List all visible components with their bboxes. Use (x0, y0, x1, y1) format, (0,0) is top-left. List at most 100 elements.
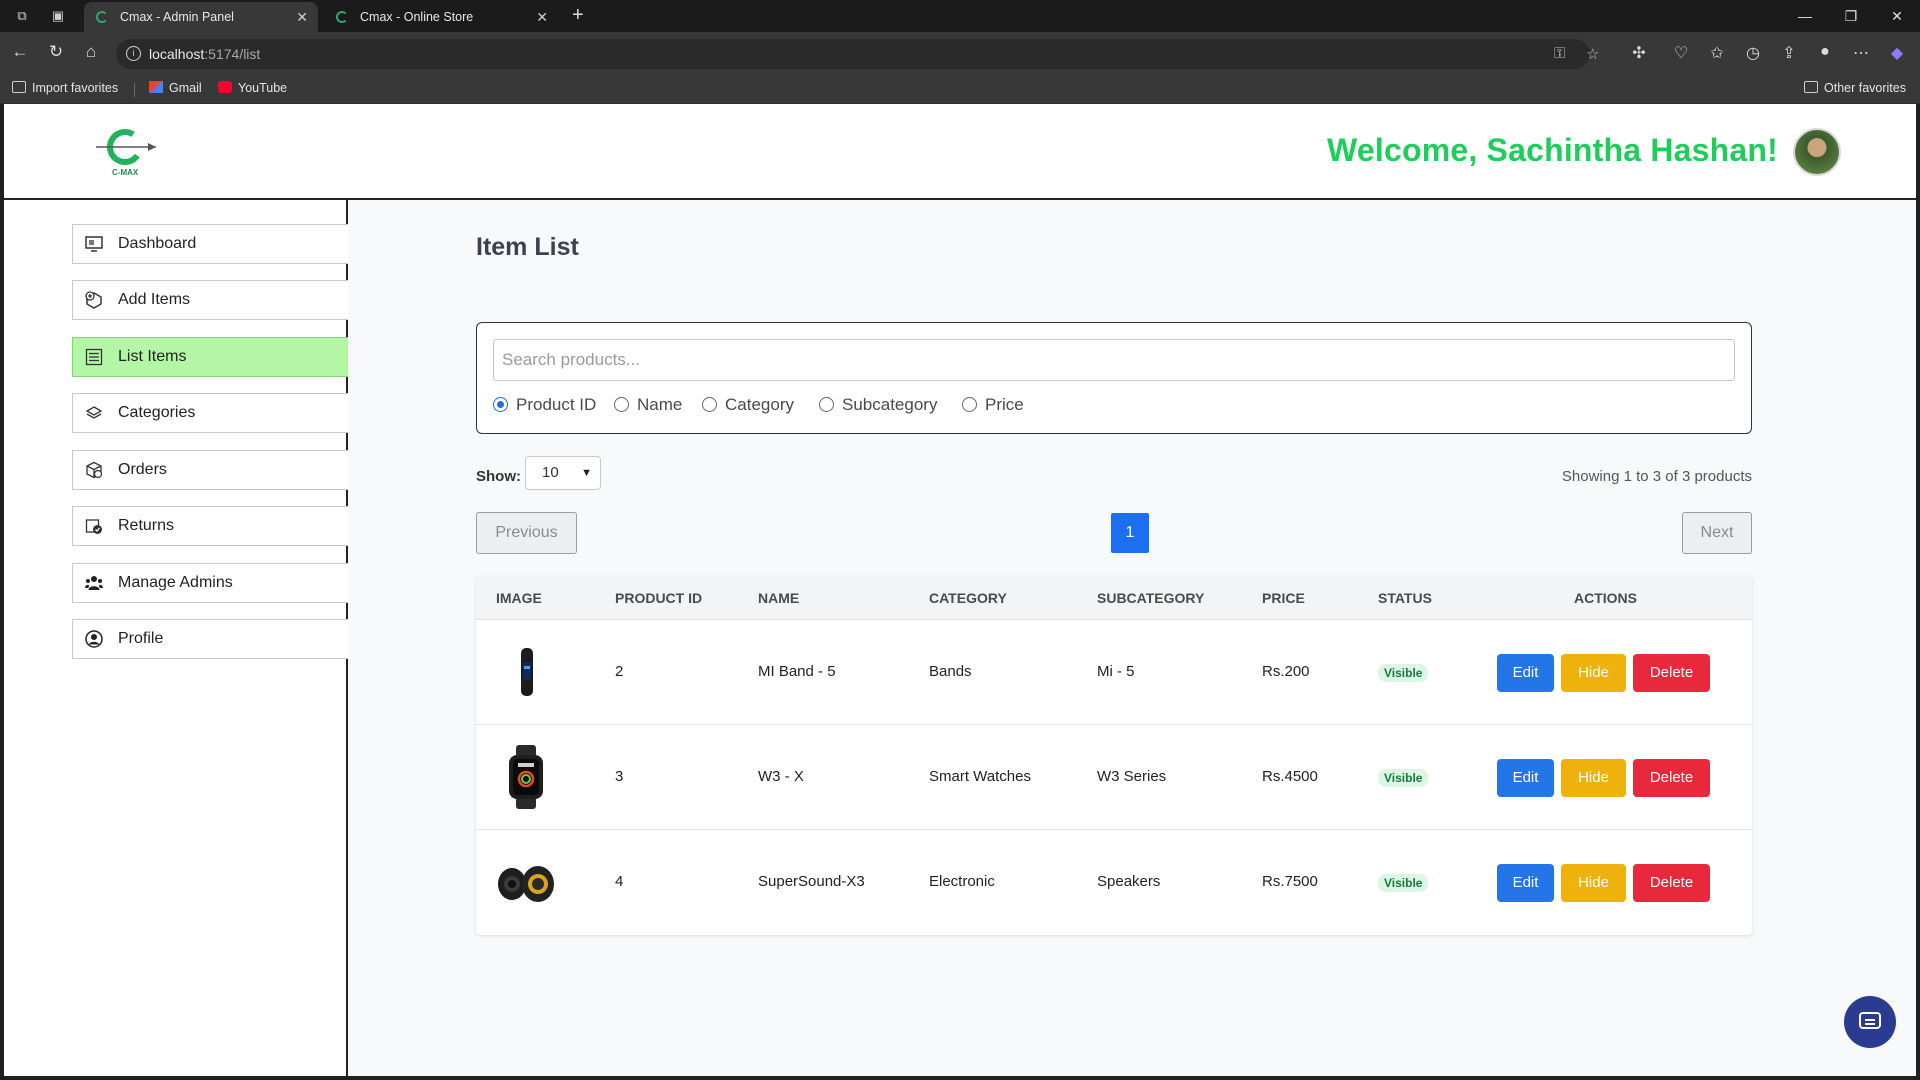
status-badge: Visible (1378, 664, 1429, 682)
sidebar-item-returns[interactable]: Returns (72, 506, 348, 546)
hide-button[interactable]: Hide (1561, 864, 1626, 902)
table-row: 2 MI Band - 5 Bands Mi - 5 Rs.200 Visibl… (476, 620, 1752, 725)
delete-button[interactable]: Delete (1633, 759, 1710, 797)
youtube-link[interactable]: YouTube (218, 81, 287, 95)
history-icon[interactable]: ◷ (1742, 43, 1764, 63)
products-table: IMAGE PRODUCT ID NAME CATEGORY SUBCATEGO… (476, 576, 1752, 935)
share-icon[interactable]: ⇪ (1778, 43, 1800, 63)
sidebar-item-label: Add Items (118, 291, 191, 308)
speakers-image (498, 866, 554, 902)
admin-avatar[interactable] (1793, 128, 1841, 176)
welcome-message: Welcome, Sachintha Hashan! (1327, 132, 1778, 168)
workspaces-icon[interactable]: ⧉ (12, 6, 32, 26)
filter-radio-price[interactable]: Price (962, 395, 1024, 415)
tab-online-store[interactable]: Cmax - Online Store ✕ (324, 2, 558, 32)
product-name-cell: SuperSound-X3 (758, 873, 865, 890)
site-favicon-icon (336, 11, 348, 23)
delete-button[interactable]: Delete (1633, 864, 1710, 902)
subcategory-cell: Speakers (1097, 873, 1161, 890)
favorite-star-icon[interactable]: ☆ (1586, 45, 1599, 63)
page-number-button[interactable]: 1 (1111, 513, 1149, 553)
table-row: 4 SuperSound-X3 Electronic Speakers Rs.7… (476, 830, 1752, 935)
address-bar[interactable]: i localhost:5174/list ⚿ ☆ (116, 39, 1599, 69)
page-size-select[interactable]: 10 ▼ (525, 456, 601, 490)
profile-avatar-icon[interactable]: ● (1814, 43, 1836, 61)
url-text[interactable]: localhost:5174/list (149, 46, 260, 62)
returns-icon (85, 519, 102, 534)
sidebar-item-label: Orders (118, 461, 167, 478)
delete-button[interactable]: Delete (1633, 654, 1710, 692)
back-icon[interactable]: ← (8, 42, 32, 62)
restore-icon[interactable]: ❐ (1828, 4, 1874, 28)
sidebar-item-orders[interactable]: Orders (72, 450, 348, 490)
previous-page-button[interactable]: Previous (476, 512, 577, 554)
price-cell: Rs.7500 (1262, 873, 1318, 890)
sidebar-item-profile[interactable]: Profile (72, 619, 348, 659)
results-count: Showing 1 to 3 of 3 products (1561, 468, 1752, 485)
page-size-value: 10 (542, 464, 559, 481)
product-id-cell: 4 (615, 873, 624, 890)
status-badge: Visible (1378, 769, 1429, 787)
sidebar-item-dashboard[interactable]: Dashboard (72, 224, 348, 264)
chevron-down-icon: ▼ (581, 467, 592, 479)
new-tab-icon[interactable]: + (572, 4, 584, 27)
sidebar-item-add-items[interactable]: Add Items (72, 280, 348, 320)
tab-admin-panel[interactable]: Cmax - Admin Panel ✕ (84, 2, 318, 32)
edit-button[interactable]: Edit (1497, 864, 1554, 902)
main-content: Item List Product ID Name Category Subca… (348, 200, 1916, 1076)
home-icon[interactable]: ⌂ (79, 42, 103, 62)
search-panel: Product ID Name Category Subcategory Pri… (476, 322, 1752, 434)
import-favorites-link[interactable]: Import favorites (12, 81, 118, 95)
browser-window: ⧉ ▣ Cmax - Admin Panel ✕ Cmax - Online S… (0, 0, 1920, 1080)
filter-radio-product-id[interactable]: Product ID (493, 395, 596, 415)
price-cell: Rs.200 (1262, 663, 1310, 680)
gmail-link[interactable]: Gmail (149, 81, 202, 95)
table-header: IMAGE PRODUCT ID NAME CATEGORY SUBCATEGO… (476, 576, 1752, 620)
browser-essentials-icon[interactable]: ♡ (1670, 43, 1692, 63)
list-icon (85, 348, 103, 366)
refresh-icon[interactable]: ↻ (44, 42, 68, 62)
minimize-icon[interactable]: — (1782, 4, 1828, 28)
search-input[interactable] (493, 339, 1735, 381)
column-header: NAME (758, 590, 800, 606)
radio-icon (962, 397, 977, 412)
column-header: STATUS (1378, 590, 1432, 606)
chat-button[interactable] (1844, 996, 1896, 1048)
hide-button[interactable]: Hide (1561, 654, 1626, 692)
other-favorites-link[interactable]: Other favorites (1804, 81, 1906, 95)
filter-radio-subcategory[interactable]: Subcategory (819, 395, 937, 415)
favorites-icon[interactable]: ✩ (1706, 43, 1728, 63)
next-page-button[interactable]: Next (1682, 512, 1752, 554)
sidebar-item-manage-admins[interactable]: Manage Admins (72, 563, 348, 603)
column-header: CATEGORY (929, 590, 1007, 606)
close-tab-icon[interactable]: ✕ (296, 2, 308, 32)
sidebar-item-categories[interactable]: Categories (72, 393, 348, 433)
key-icon[interactable]: ⚿ (1554, 45, 1565, 62)
more-options-icon[interactable]: ⋯ (1850, 43, 1872, 63)
filter-radio-name[interactable]: Name (614, 395, 682, 415)
tab-title: Cmax - Online Store (360, 10, 474, 24)
folder-icon (1804, 81, 1818, 93)
category-cell: Smart Watches (929, 768, 1031, 785)
product-name-cell: W3 - X (758, 768, 804, 785)
product-name-cell: MI Band - 5 (758, 663, 836, 680)
vertical-tabs-icon[interactable]: ▣ (48, 6, 68, 26)
layers-icon (85, 406, 103, 419)
site-info-icon[interactable]: i (126, 46, 141, 61)
extensions-icon[interactable]: ✣ (1628, 43, 1650, 63)
filter-radio-category[interactable]: Category (702, 395, 794, 415)
orders-icon (86, 461, 103, 479)
hide-button[interactable]: Hide (1561, 759, 1626, 797)
users-icon (85, 576, 103, 590)
user-circle-icon (85, 630, 103, 648)
copilot-icon[interactable]: ◆ (1886, 43, 1908, 63)
close-window-icon[interactable]: ✕ (1874, 4, 1920, 28)
close-tab-icon[interactable]: ✕ (536, 2, 548, 32)
edit-button[interactable]: Edit (1497, 654, 1554, 692)
edit-button[interactable]: Edit (1497, 759, 1554, 797)
column-header: PRICE (1262, 590, 1305, 606)
cmax-logo[interactable]: C-MAX (92, 126, 162, 178)
smartwatch-image (509, 745, 543, 809)
subcategory-cell: Mi - 5 (1097, 663, 1135, 680)
sidebar-item-list-items[interactable]: List Items (72, 337, 348, 377)
